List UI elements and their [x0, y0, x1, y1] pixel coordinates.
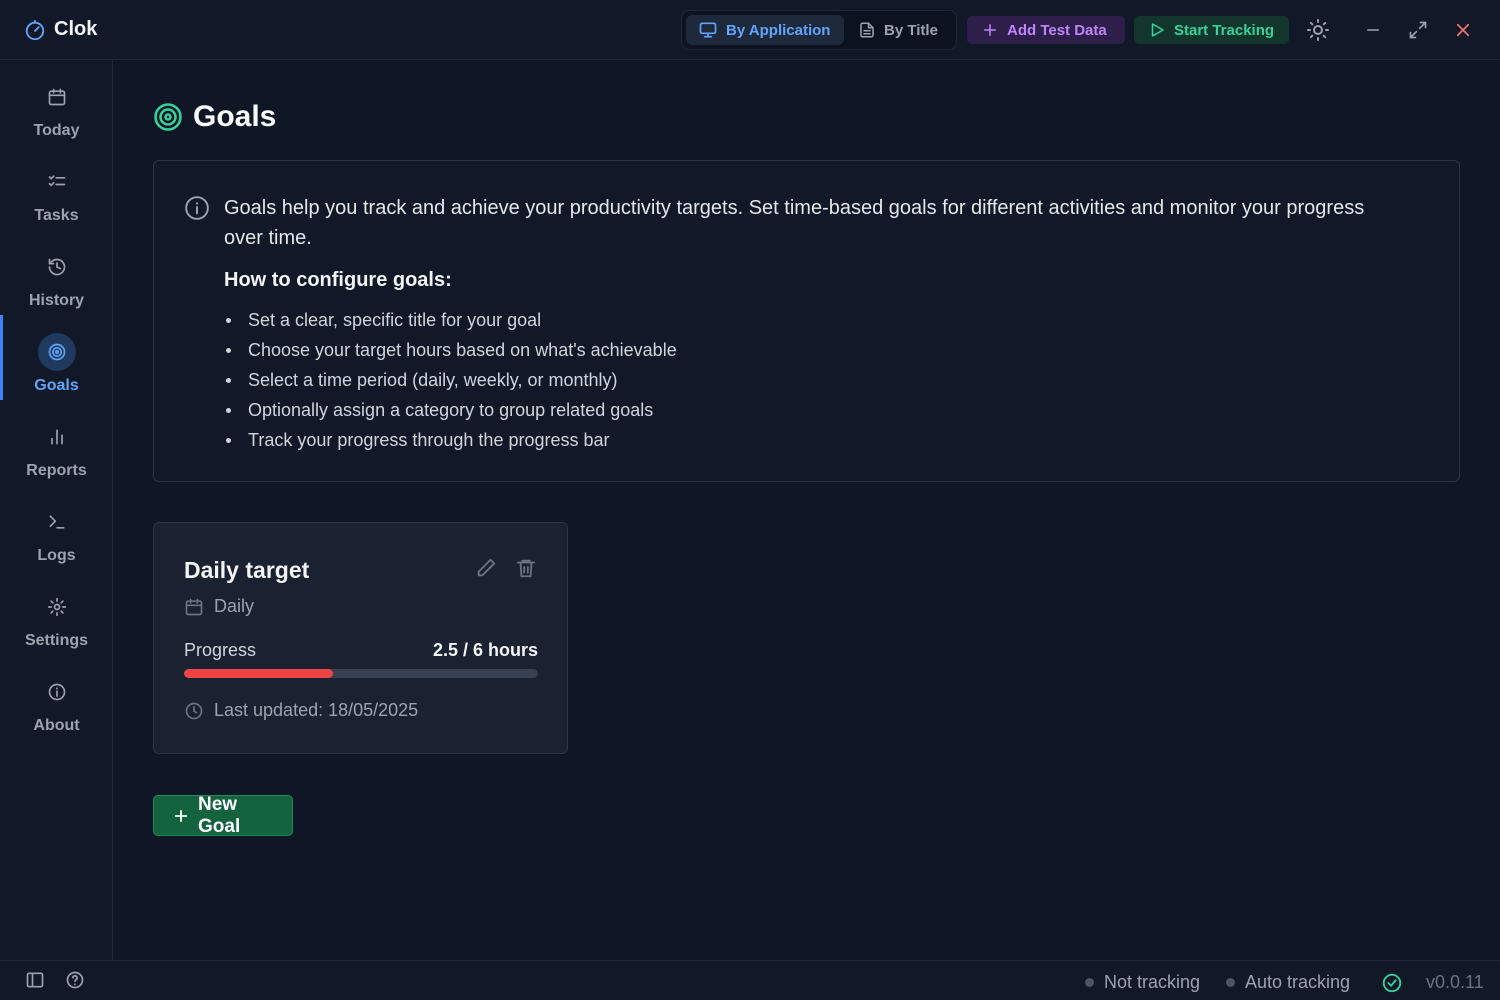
list-item: Optionally assign a category to group re… — [224, 395, 677, 425]
app-brand: Clok — [24, 18, 97, 41]
auto-tracking-status: Auto tracking — [1226, 972, 1350, 993]
theme-toggle-button[interactable] — [1306, 18, 1330, 42]
new-goal-button[interactable]: New Goal — [153, 793, 293, 837]
sidebar-icon — [26, 972, 44, 988]
sidebar-item-tasks[interactable]: Tasks — [0, 145, 113, 230]
sidebar-item-label: Reports — [26, 462, 87, 479]
page-title: Goals — [193, 100, 277, 133]
clock-logo-icon — [24, 19, 46, 41]
sidebar-item-logs[interactable]: Logs — [0, 485, 113, 570]
status-dot — [1085, 978, 1094, 987]
config-steps-list: Set a clear, specific title for your goa… — [224, 305, 677, 455]
goal-title: Daily target — [184, 557, 310, 583]
page-header: Goals — [153, 100, 276, 134]
bar-chart-icon — [38, 418, 76, 456]
sidebar-item-today[interactable]: Today — [0, 60, 113, 145]
goals-info-card: Goals help you track and achieve your pr… — [153, 160, 1460, 482]
by-title-button[interactable]: By Title — [846, 15, 952, 45]
history-icon — [38, 248, 76, 286]
connection-status — [1381, 972, 1403, 994]
by-application-label: By Application — [726, 21, 831, 39]
target-icon — [153, 102, 183, 132]
plus-icon — [981, 21, 999, 39]
start-tracking-button[interactable]: Start Tracking — [1134, 16, 1289, 44]
by-application-button[interactable]: By Application — [686, 15, 844, 45]
app-name: Clok — [54, 18, 98, 40]
maximize-button[interactable] — [1406, 18, 1430, 42]
goal-card: Daily target Daily Progress 2.5 / 6 hour… — [153, 522, 568, 754]
list-item: Track your progress through the progress… — [224, 425, 677, 455]
list-item: Choose your target hours based on what's… — [224, 335, 677, 365]
progress-bar-fill — [184, 669, 333, 678]
gear-icon — [38, 588, 76, 626]
toggle-sidebar-button[interactable] — [25, 970, 45, 990]
minimize-icon — [1364, 21, 1382, 39]
list-item: Set a clear, specific title for your goa… — [224, 305, 677, 335]
tracking-status-text: Not tracking — [1104, 972, 1201, 992]
progress-value: 2.5 / 6 hours — [432, 640, 538, 660]
sidebar-item-reports[interactable]: Reports — [0, 400, 113, 485]
goal-period: Daily — [184, 596, 254, 617]
list-item: Select a time period (daily, weekly, or … — [224, 365, 677, 395]
add-test-data-button[interactable]: Add Test Data — [967, 16, 1125, 44]
clock-icon — [184, 701, 204, 721]
add-test-data-label: Add Test Data — [1007, 21, 1107, 39]
sidebar-item-settings[interactable]: Settings — [0, 570, 113, 655]
status-bar-left — [25, 970, 85, 990]
sidebar-item-label: Tasks — [34, 207, 79, 224]
close-button[interactable] — [1451, 18, 1475, 42]
progress-label: Progress — [184, 640, 257, 660]
goal-last-updated: Last updated: 18/05/2025 — [184, 700, 418, 721]
pencil-icon — [477, 558, 496, 577]
info-icon — [38, 673, 76, 711]
progress-bar — [184, 669, 538, 678]
sun-icon — [1306, 18, 1330, 42]
new-goal-label: New Goal — [198, 793, 241, 837]
last-updated-text: Last updated: 18/05/2025 — [214, 700, 419, 720]
tracking-status: Not tracking — [1085, 972, 1200, 993]
version-label: v0.0.11 — [1426, 972, 1484, 992]
sidebar-item-label: Settings — [24, 632, 89, 649]
goal-actions — [475, 557, 537, 579]
info-icon — [184, 195, 210, 221]
delete-goal-button[interactable] — [515, 557, 537, 579]
help-icon — [66, 971, 84, 989]
expand-icon — [1408, 20, 1428, 40]
sidebar-item-about[interactable]: About — [0, 655, 113, 740]
document-icon — [858, 21, 876, 39]
status-bar: Not tracking Auto tracking v0.0.11 — [0, 960, 1500, 1000]
by-title-label: By Title — [884, 21, 938, 39]
info-description: Goals help you track and achieve your pr… — [224, 197, 1365, 249]
list-checks-icon — [38, 163, 76, 201]
info-subtitle: How to configure goals: — [224, 269, 452, 291]
check-circle-icon — [1381, 972, 1403, 994]
title-bar: Clok By Application By Title Add Test Da… — [0, 0, 1500, 60]
terminal-icon — [38, 503, 76, 541]
calendar-icon — [184, 597, 204, 617]
minimize-button[interactable] — [1361, 18, 1385, 42]
progress-row: Progress 2.5 / 6 hours — [184, 640, 538, 661]
sidebar-item-label: Logs — [37, 547, 76, 564]
edit-goal-button[interactable] — [475, 557, 497, 579]
sidebar-item-label: History — [28, 292, 85, 309]
sidebar-item-history[interactable]: History — [0, 230, 113, 315]
sidebar-item-label: About — [33, 717, 80, 734]
monitor-icon — [698, 20, 718, 40]
trash-icon — [516, 559, 536, 578]
help-button[interactable] — [65, 970, 85, 990]
sidebar-item-label: Goals — [34, 377, 79, 394]
close-icon — [1454, 21, 1472, 39]
auto-tracking-text: Auto tracking — [1245, 972, 1351, 992]
sidebar-item-goals[interactable]: Goals — [0, 315, 113, 400]
goal-period-label: Daily — [214, 596, 255, 616]
play-icon — [1148, 21, 1166, 39]
calendar-icon — [38, 78, 76, 116]
sidebar: Today Tasks History Goals Reports Logs S… — [0, 60, 113, 960]
sidebar-item-label: Today — [33, 122, 80, 139]
start-tracking-label: Start Tracking — [1174, 21, 1275, 39]
target-icon — [37, 333, 76, 371]
plus-icon — [172, 807, 190, 825]
view-mode-toggle: By Application By Title — [681, 10, 957, 50]
status-dot — [1226, 978, 1235, 987]
